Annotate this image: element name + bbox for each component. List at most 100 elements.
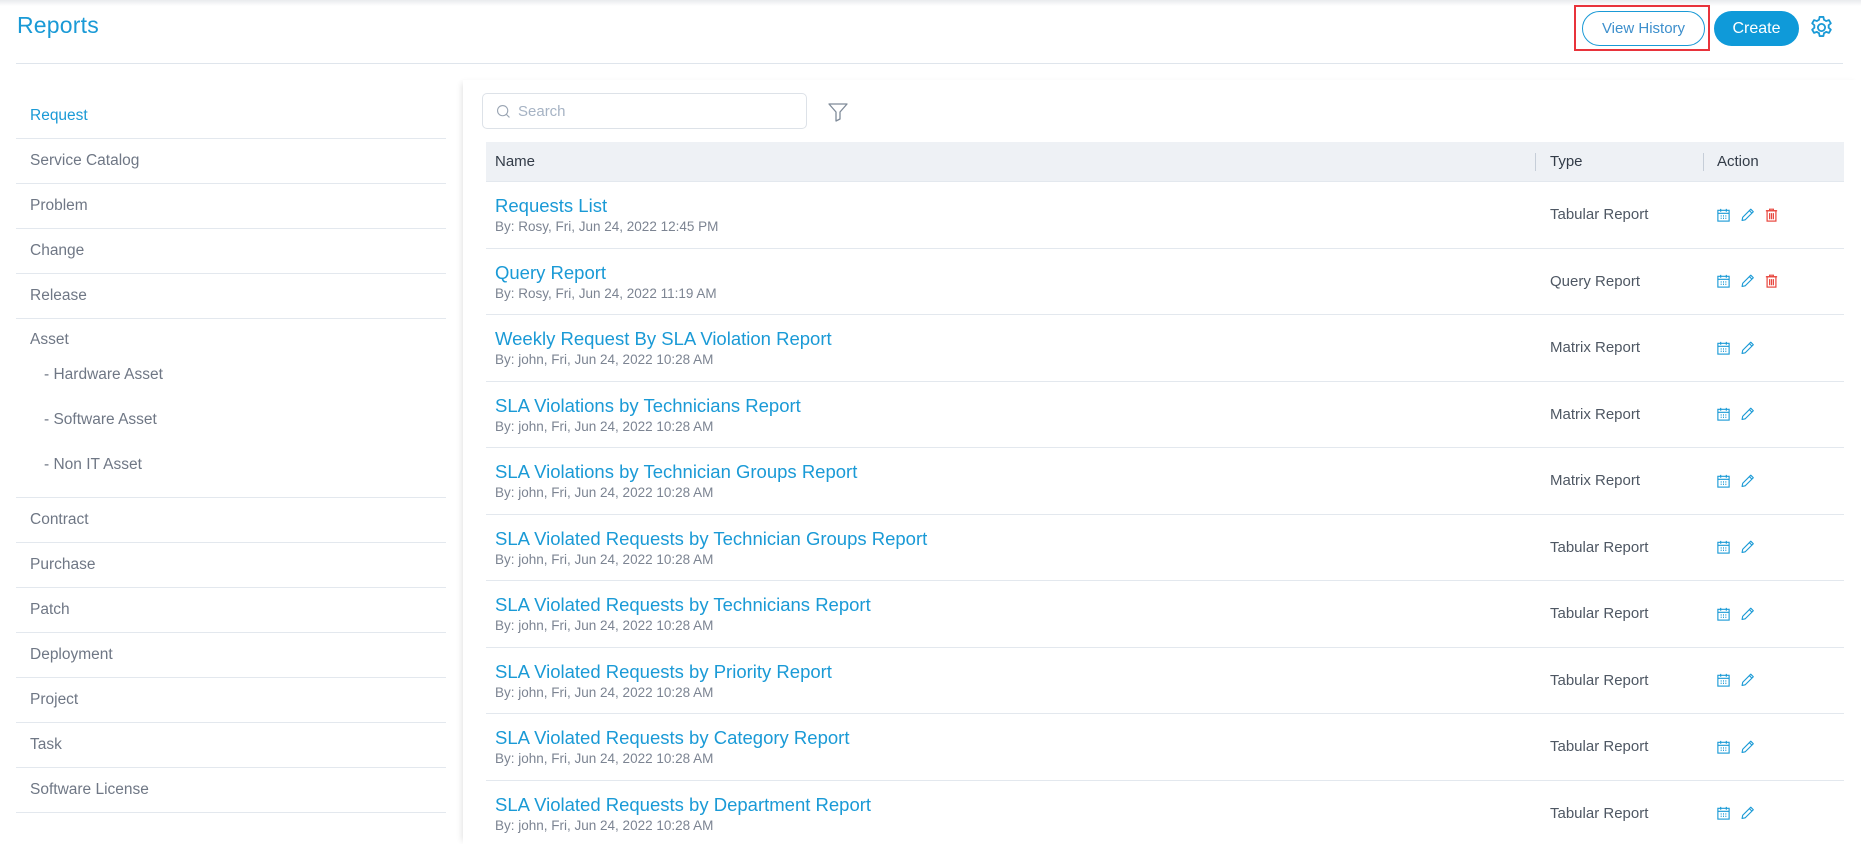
report-name-cell: Query Report By: Rosy, Fri, Jun 24, 2022… <box>486 262 1535 301</box>
report-type: Matrix Report <box>1550 339 1641 357</box>
calendar-schedule-icon[interactable] <box>1716 406 1731 422</box>
report-created-by: By: john, Fri, Jun 24, 2022 10:28 AM <box>495 485 714 501</box>
filter-icon[interactable] <box>826 100 850 124</box>
pencil-edit-icon[interactable] <box>1740 606 1755 622</box>
report-type: Tabular Report <box>1550 605 1649 623</box>
report-created-by: By: john, Fri, Jun 24, 2022 10:28 AM <box>495 751 714 767</box>
report-actions <box>1703 406 1755 422</box>
report-type: Tabular Report <box>1550 804 1649 822</box>
reports-table: Name Type Action Requests List By: Rosy,… <box>486 142 1844 844</box>
pencil-edit-icon[interactable] <box>1740 406 1755 422</box>
report-name-cell: SLA Violations by Technicians Report By:… <box>486 395 1535 434</box>
report-name-link[interactable]: Weekly Request By SLA Violation Report <box>495 328 1535 350</box>
pencil-edit-icon[interactable] <box>1740 739 1755 755</box>
calendar-schedule-icon[interactable] <box>1716 805 1731 821</box>
sidebar-item-deployment[interactable]: Deployment <box>16 633 446 678</box>
report-name-link[interactable]: Requests List <box>495 195 1535 217</box>
reports-panel: Name Type Action Requests List By: Rosy,… <box>463 80 1861 844</box>
pencil-edit-icon[interactable] <box>1740 473 1755 489</box>
report-name-link[interactable]: SLA Violated Requests by Technicians Rep… <box>495 594 1535 616</box>
table-row: SLA Violations by Technicians Report By:… <box>486 382 1844 448</box>
sidebar-item-service-catalog[interactable]: Service Catalog <box>16 139 446 184</box>
table-row: Query Report By: Rosy, Fri, Jun 24, 2022… <box>486 249 1844 315</box>
sidebar-item-software-license[interactable]: Software License <box>16 768 446 813</box>
calendar-schedule-icon[interactable] <box>1716 539 1731 555</box>
report-category-sidebar: Request Service Catalog Problem Change R… <box>16 94 446 813</box>
search-input[interactable] <box>518 102 798 120</box>
column-header-action: Action <box>1703 152 1759 171</box>
table-row: Weekly Request By SLA Violation Report B… <box>486 315 1844 382</box>
sidebar-item-change[interactable]: Change <box>16 229 446 274</box>
report-name-link[interactable]: SLA Violated Requests by Department Repo… <box>495 794 1535 816</box>
report-name-link[interactable]: Query Report <box>495 262 1535 284</box>
sidebar-item-software-asset[interactable]: - Software Asset <box>16 397 446 442</box>
calendar-schedule-icon[interactable] <box>1716 606 1731 622</box>
sidebar-item-task[interactable]: Task <box>16 723 446 768</box>
sidebar-item-project[interactable]: Project <box>16 678 446 723</box>
column-header-name[interactable]: Name <box>486 153 1535 170</box>
table-row: SLA Violated Requests by Technician Grou… <box>486 515 1844 581</box>
sidebar-item-patch[interactable]: Patch <box>16 588 446 633</box>
sidebar-group-asset: Asset - Hardware Asset - Software Asset … <box>16 319 446 498</box>
trash-delete-icon[interactable] <box>1764 273 1779 289</box>
report-type: Tabular Report <box>1550 738 1649 756</box>
report-actions <box>1703 273 1779 289</box>
report-name-link[interactable]: SLA Violated Requests by Category Report <box>495 727 1535 749</box>
sidebar-item-asset[interactable]: Asset <box>16 319 446 352</box>
report-type: Tabular Report <box>1550 206 1649 224</box>
report-name-cell: Requests List By: Rosy, Fri, Jun 24, 202… <box>486 195 1535 234</box>
pencil-edit-icon[interactable] <box>1740 340 1755 356</box>
create-button[interactable]: Create <box>1714 11 1799 46</box>
pencil-edit-icon[interactable] <box>1740 273 1755 289</box>
calendar-schedule-icon[interactable] <box>1716 672 1731 688</box>
report-actions <box>1703 606 1755 622</box>
table-body: Requests List By: Rosy, Fri, Jun 24, 202… <box>486 182 1844 844</box>
column-header-type[interactable]: Type <box>1535 152 1703 171</box>
pencil-edit-icon[interactable] <box>1740 539 1755 555</box>
calendar-schedule-icon[interactable] <box>1716 273 1731 289</box>
search-icon <box>496 104 510 118</box>
pencil-edit-icon[interactable] <box>1740 805 1755 821</box>
report-actions <box>1703 539 1755 555</box>
gear-icon[interactable] <box>1808 14 1835 41</box>
sidebar-item-purchase[interactable]: Purchase <box>16 543 446 588</box>
trash-delete-icon[interactable] <box>1764 207 1779 223</box>
view-history-button[interactable]: View History <box>1582 11 1705 46</box>
table-row: SLA Violated Requests by Priority Report… <box>486 648 1844 714</box>
report-created-by: By: john, Fri, Jun 24, 2022 10:28 AM <box>495 352 714 368</box>
sidebar-item-request[interactable]: Request <box>16 94 446 139</box>
report-actions <box>1703 805 1755 821</box>
pencil-edit-icon[interactable] <box>1740 207 1755 223</box>
report-name-cell: SLA Violated Requests by Priority Report… <box>486 661 1535 700</box>
report-name-cell: SLA Violated Requests by Technician Grou… <box>486 528 1535 567</box>
report-created-by: By: Rosy, Fri, Jun 24, 2022 12:45 PM <box>495 219 719 235</box>
report-name-link[interactable]: SLA Violated Requests by Technician Grou… <box>495 528 1535 550</box>
pencil-edit-icon[interactable] <box>1740 672 1755 688</box>
sidebar-item-hardware-asset[interactable]: - Hardware Asset <box>16 352 446 397</box>
page-title: Reports <box>17 12 99 38</box>
calendar-schedule-icon[interactable] <box>1716 340 1731 356</box>
report-created-by: By: john, Fri, Jun 24, 2022 10:28 AM <box>495 551 714 567</box>
sidebar-item-contract[interactable]: Contract <box>16 498 446 543</box>
report-name-cell: Weekly Request By SLA Violation Report B… <box>486 328 1535 367</box>
report-name-link[interactable]: SLA Violations by Technicians Report <box>495 395 1535 417</box>
calendar-schedule-icon[interactable] <box>1716 739 1731 755</box>
calendar-schedule-icon[interactable] <box>1716 207 1731 223</box>
report-actions <box>1703 207 1779 223</box>
report-actions <box>1703 473 1755 489</box>
sidebar-item-problem[interactable]: Problem <box>16 184 446 229</box>
search-box[interactable] <box>482 93 807 129</box>
sidebar-item-non-it-asset[interactable]: - Non IT Asset <box>16 442 446 487</box>
report-name-link[interactable]: SLA Violations by Technician Groups Repo… <box>495 461 1535 483</box>
report-name-cell: SLA Violated Requests by Department Repo… <box>486 794 1535 833</box>
sidebar-item-release[interactable]: Release <box>16 274 446 319</box>
report-actions <box>1703 739 1755 755</box>
report-name-link[interactable]: SLA Violated Requests by Priority Report <box>495 661 1535 683</box>
table-row: SLA Violated Requests by Category Report… <box>486 714 1844 781</box>
report-type: Tabular Report <box>1550 538 1649 556</box>
report-name-cell: SLA Violations by Technician Groups Repo… <box>486 461 1535 500</box>
report-created-by: By: john, Fri, Jun 24, 2022 10:28 AM <box>495 684 714 700</box>
calendar-schedule-icon[interactable] <box>1716 473 1731 489</box>
table-header: Name Type Action <box>486 142 1844 182</box>
report-created-by: By: Rosy, Fri, Jun 24, 2022 11:19 AM <box>495 285 717 301</box>
